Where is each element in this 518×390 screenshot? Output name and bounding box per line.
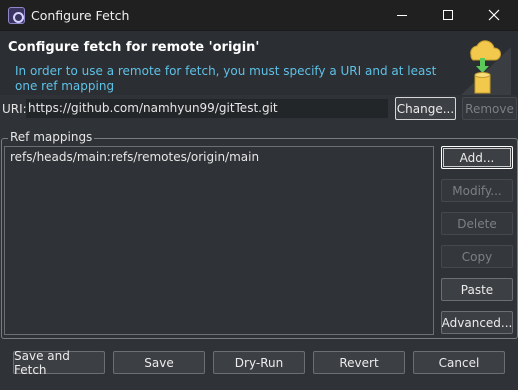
fetch-cloud-database-icon	[461, 40, 511, 95]
save-button[interactable]: Save	[113, 351, 205, 374]
uri-field[interactable]: https://github.com/namhyun99/gitTest.git	[26, 99, 388, 118]
dry-run-button[interactable]: Dry-Run	[213, 351, 305, 374]
change-uri-button[interactable]: Change...	[395, 97, 456, 120]
ref-mappings-label: Ref mappings	[8, 130, 95, 144]
close-icon	[488, 9, 500, 21]
revert-button[interactable]: Revert	[313, 351, 405, 374]
modify-button[interactable]: Modify...	[441, 179, 513, 202]
dialog-title: Configure fetch for remote 'origin'	[8, 40, 260, 55]
minimize-icon	[397, 14, 407, 16]
uri-label: URI:	[2, 102, 27, 116]
maximize-icon	[443, 10, 453, 20]
copy-button[interactable]: Copy	[441, 245, 513, 268]
paste-button[interactable]: Paste	[441, 278, 513, 301]
ref-mappings-list[interactable]: refs/heads/main:refs/remotes/origin/main	[4, 146, 434, 335]
dialog-message: In order to use a remote for fetch, you …	[15, 64, 437, 93]
window-title: Configure Fetch	[31, 8, 130, 23]
close-button[interactable]	[471, 0, 517, 30]
remove-uri-button[interactable]: Remove	[462, 97, 517, 120]
advanced-button[interactable]: Advanced...	[441, 311, 513, 334]
window-titlebar: Configure Fetch	[0, 0, 518, 31]
delete-button[interactable]: Delete	[441, 212, 513, 235]
list-item[interactable]: refs/heads/main:refs/remotes/origin/main	[10, 150, 259, 164]
eclipse-app-icon	[8, 7, 25, 24]
save-and-fetch-button[interactable]: Save and Fetch	[13, 349, 105, 377]
maximize-button[interactable]	[425, 0, 471, 30]
minimize-button[interactable]	[379, 0, 425, 30]
add-button[interactable]: Add...	[441, 146, 513, 169]
cancel-button[interactable]: Cancel	[413, 351, 505, 374]
